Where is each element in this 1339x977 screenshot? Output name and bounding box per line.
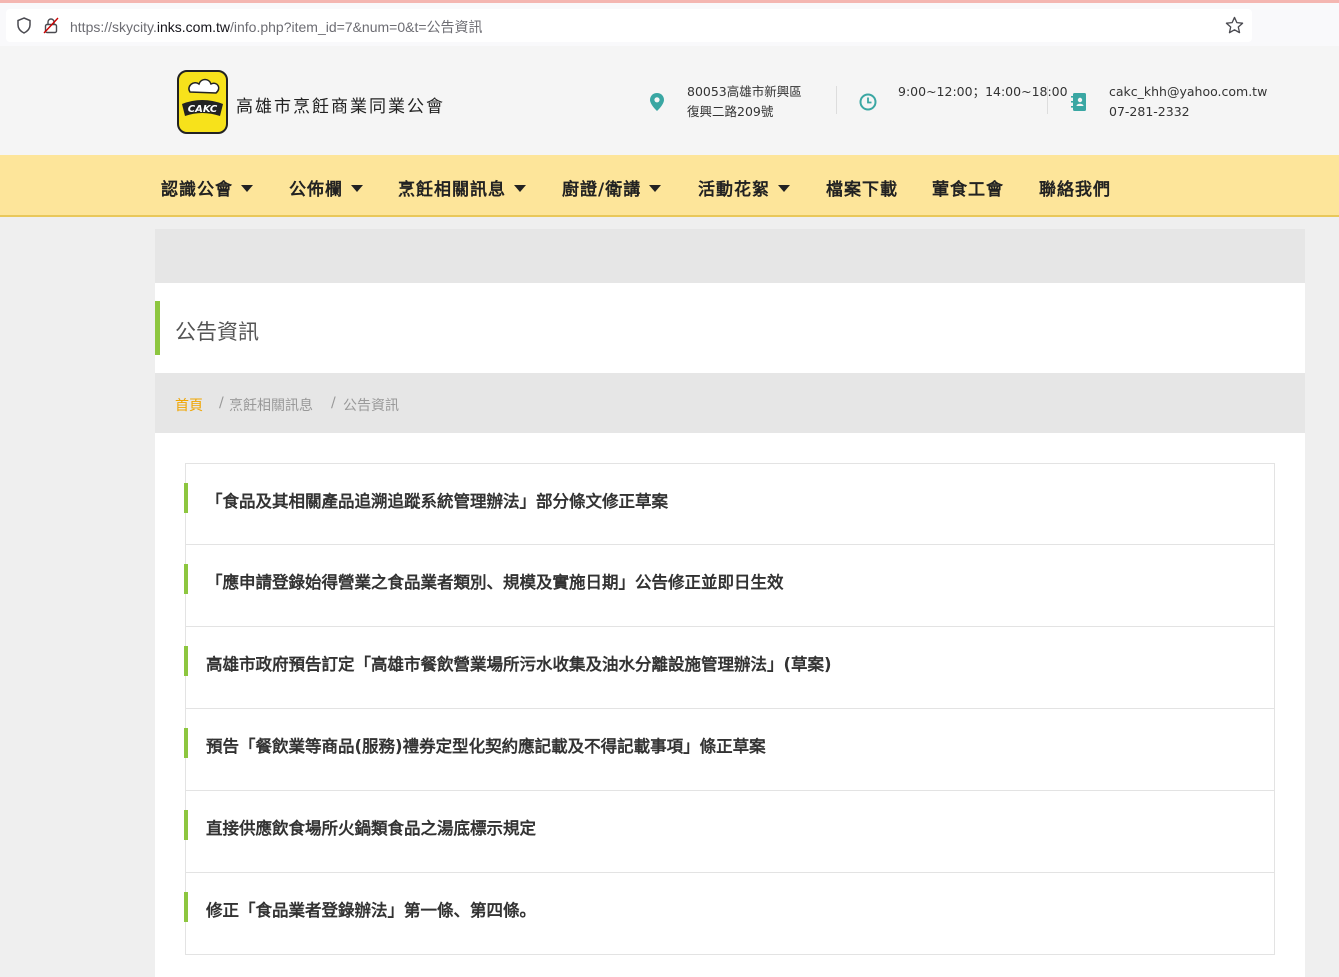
nav-item-about[interactable]: 認識公會 [161, 175, 253, 200]
nav-item-downloads[interactable]: 檔案下載 [826, 175, 898, 200]
nav-item-certification[interactable]: 廚證/衛講 [562, 175, 662, 200]
item-accent-bar [184, 728, 188, 758]
browser-toolbar: https://skycity.inks.com.tw/info.php?ite… [0, 0, 1339, 46]
contact-info: cakc_khh@yahoo.com.tw 07-281-2332 [1109, 82, 1267, 122]
news-item[interactable]: 「食品及其相關產品追溯追蹤系統管理辦法」部分條文修正草案 [184, 463, 1275, 545]
nav-item-cooking-news[interactable]: 烹飪相關訊息 [398, 175, 526, 200]
contact-book-icon [1071, 93, 1086, 111]
news-item[interactable]: 直接供應飲食場所火鍋類食品之湯底標示規定 [184, 791, 1275, 873]
news-list-area: 「食品及其相關產品追溯追蹤系統管理辦法」部分條文修正草案 「應申請登錄始得營業之… [155, 433, 1305, 977]
item-accent-bar [184, 483, 188, 513]
site-logo[interactable]: CAKC [177, 70, 228, 134]
svg-text:CAKC: CAKC [188, 104, 218, 115]
item-accent-bar [184, 646, 188, 676]
page-title: 公告資訊 [175, 320, 259, 344]
caret-down-icon [649, 185, 662, 192]
caret-down-icon [778, 185, 790, 192]
lock-icon[interactable] [43, 17, 59, 34]
page-title-box: 公告資訊 [155, 283, 1305, 373]
news-item[interactable]: 高雄市政府預告訂定「高雄市餐飲營業場所污水收集及油水分離設施管理辦法」(草案) [184, 627, 1275, 709]
breadcrumb-cooking-news[interactable]: 烹飪相關訊息 [229, 395, 313, 415]
breadcrumb-separator: / [331, 395, 336, 411]
divider [1047, 86, 1048, 114]
news-item-title[interactable]: 修正「食品業者登錄辦法」第一條、第四條。 [206, 897, 536, 921]
address-bar[interactable]: https://skycity.inks.com.tw/info.php?ite… [6, 9, 1252, 42]
news-list: 「食品及其相關產品追溯追蹤系統管理辦法」部分條文修正草案 「應申請登錄始得營業之… [184, 463, 1275, 955]
breadcrumb: 首頁 / 烹飪相關訊息 / 公告資訊 [155, 373, 1305, 433]
breadcrumb-current: 公告資訊 [343, 398, 399, 414]
breadcrumb-separator: / [219, 395, 224, 411]
nav-item-bulletin[interactable]: 公佈欄 [289, 175, 363, 200]
item-accent-bar [184, 564, 188, 594]
breadcrumb-home[interactable]: 首頁 [175, 395, 203, 415]
url-text[interactable]: https://skycity.inks.com.tw/info.php?ite… [70, 17, 483, 37]
clock-icon [859, 93, 877, 111]
phone-text: 07-281-2332 [1109, 104, 1190, 119]
shield-icon[interactable] [16, 17, 32, 34]
caret-down-icon [351, 185, 363, 192]
news-item-title[interactable]: 預告「餐飲業等商品(服務)禮券定型化契約應記載及不得記載事項」條正草案 [206, 733, 766, 757]
nav-item-meat-union[interactable]: 葷食工會 [932, 175, 1004, 200]
address-line-1: 80053高雄市新興區 [687, 84, 802, 99]
nav-item-contact[interactable]: 聯絡我們 [1039, 175, 1111, 200]
nav-item-gallery[interactable]: 活動花絮 [698, 175, 790, 200]
email-text[interactable]: cakc_khh@yahoo.com.tw [1109, 82, 1267, 102]
address-line-2: 復興二路209號 [687, 104, 774, 119]
divider [836, 86, 837, 114]
banner-placeholder [155, 229, 1305, 283]
item-accent-bar [184, 810, 188, 840]
news-item[interactable]: 修正「食品業者登錄辦法」第一條、第四條。 [184, 873, 1275, 955]
caret-down-icon [514, 185, 526, 192]
main-nav: 認識公會 公佈欄 烹飪相關訊息 廚證/衛講 活動花絮 檔案下載 葷食工會 聯絡我… [0, 155, 1339, 217]
news-item-title[interactable]: 高雄市政府預告訂定「高雄市餐飲營業場所污水收集及油水分離設施管理辦法」(草案) [206, 651, 832, 675]
title-accent-bar [155, 301, 160, 355]
item-accent-bar [184, 892, 188, 922]
news-item[interactable]: 預告「餐飲業等商品(服務)禮券定型化契約應記載及不得記載事項」條正草案 [184, 709, 1275, 791]
hours-info: 9:00~12:00；14:00~18:00 [898, 82, 1068, 102]
news-item-title[interactable]: 「應申請登錄始得營業之食品業者類別、規模及實施日期」公告修正並即日生效 [206, 569, 784, 593]
site-header: CAKC 高雄市烹飪商業同業公會 80053高雄市新興區 復興二路209號 9:… [0, 46, 1339, 155]
location-pin-icon [650, 93, 664, 111]
address-info: 80053高雄市新興區 復興二路209號 [687, 82, 802, 122]
news-item-title[interactable]: 「食品及其相關產品追溯追蹤系統管理辦法」部分條文修正草案 [206, 488, 668, 512]
bookmark-star-icon[interactable] [1225, 16, 1244, 35]
site-title[interactable]: 高雄市烹飪商業同業公會 [236, 92, 445, 117]
news-item[interactable]: 「應申請登錄始得營業之食品業者類別、規模及實施日期」公告修正並即日生效 [184, 545, 1275, 627]
caret-down-icon [241, 185, 253, 192]
news-item-title[interactable]: 直接供應飲食場所火鍋類食品之湯底標示規定 [206, 815, 536, 839]
hours-text: 9:00~12:00；14:00~18:00 [898, 84, 1068, 99]
